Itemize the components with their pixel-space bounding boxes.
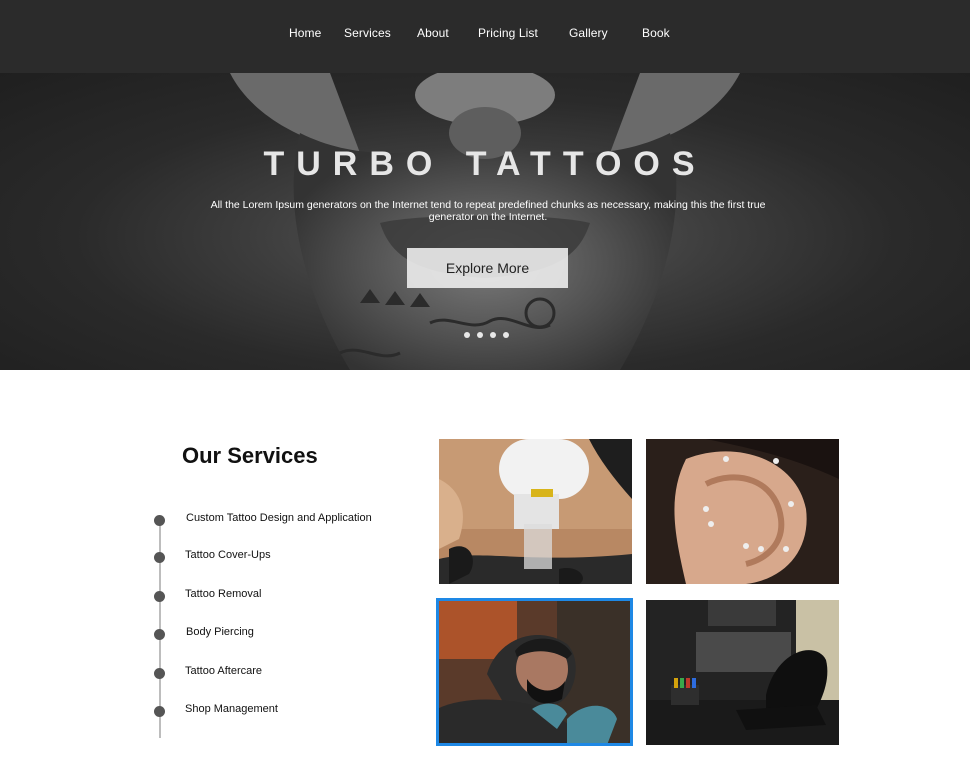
- timeline-bullet: [154, 590, 165, 602]
- service-item[interactable]: Tattoo Aftercare: [154, 665, 262, 679]
- service-item[interactable]: Tattoo Removal: [154, 588, 261, 602]
- carousel-dot-2[interactable]: [477, 332, 483, 338]
- service-label: Tattoo Aftercare: [185, 665, 263, 677]
- nav-gallery[interactable]: Gallery: [569, 26, 608, 40]
- gallery-photo-laser-removal[interactable]: [439, 439, 632, 584]
- nav-book[interactable]: Book: [642, 26, 670, 40]
- ear-piercing-image: [646, 439, 839, 584]
- top-nav: Home Services About Pricing List Gallery…: [0, 0, 970, 73]
- service-item[interactable]: Custom Tattoo Design and Application: [154, 512, 372, 526]
- hero-description: All the Lorem Ipsum generators on the In…: [210, 199, 766, 223]
- nav-home[interactable]: Home: [289, 26, 321, 40]
- carousel-dots: [464, 332, 509, 338]
- gallery-photo-tattoo-artist[interactable]: [436, 598, 633, 746]
- timeline-bullet: [154, 514, 165, 526]
- hero-title: TURBO TATTOOS: [263, 145, 707, 183]
- nav-pricing-list[interactable]: Pricing List: [478, 26, 538, 40]
- hero-banner: TURBO TATTOOS All the Lorem Ipsum genera…: [0, 73, 970, 370]
- timeline-bullet: [154, 705, 165, 717]
- timeline-bullet: [154, 551, 165, 563]
- services-heading: Our Services: [182, 443, 318, 468]
- timeline-bullet: [154, 667, 165, 679]
- laser-removal-image: [439, 439, 632, 584]
- service-label: Body Piercing: [186, 626, 254, 638]
- carousel-dot-4[interactable]: [503, 332, 509, 338]
- nav-about[interactable]: About: [417, 26, 449, 40]
- service-label: Tattoo Cover-Ups: [185, 549, 271, 561]
- explore-more-button[interactable]: Explore More: [407, 248, 568, 288]
- gallery-photo-studio[interactable]: [646, 600, 839, 745]
- timeline-bullet: [154, 628, 165, 640]
- carousel-dot-1[interactable]: [464, 332, 470, 338]
- carousel-dot-3[interactable]: [490, 332, 496, 338]
- nav-services[interactable]: Services: [344, 26, 391, 40]
- service-item[interactable]: Shop Management: [154, 703, 278, 717]
- service-label: Shop Management: [185, 703, 278, 715]
- service-item[interactable]: Tattoo Cover-Ups: [154, 549, 271, 563]
- gallery-photo-ear-piercing[interactable]: [646, 439, 839, 584]
- service-label: Custom Tattoo Design and Application: [186, 512, 372, 524]
- service-item[interactable]: Body Piercing: [154, 626, 254, 640]
- tattoo-artist-image: [437, 599, 632, 745]
- service-label: Tattoo Removal: [185, 588, 262, 600]
- studio-interior-image: [646, 600, 839, 745]
